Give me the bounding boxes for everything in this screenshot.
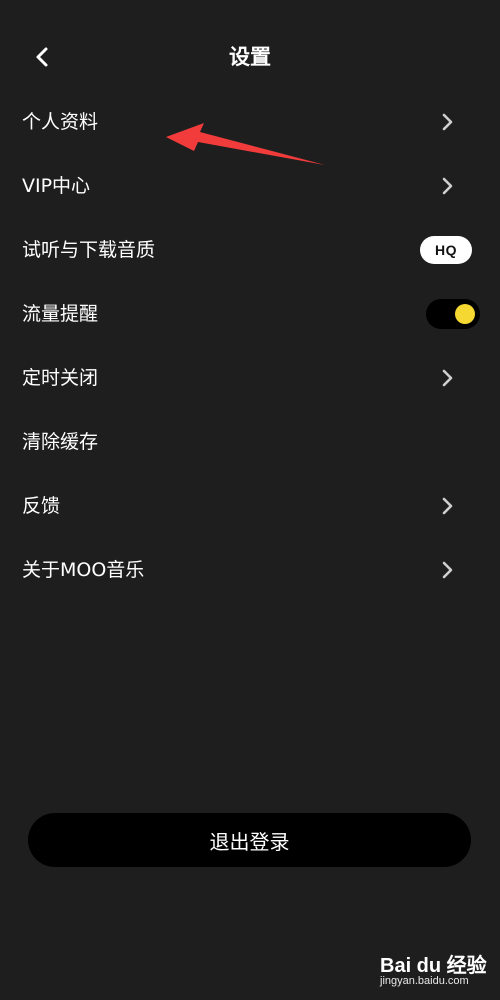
menu-item-label: 试听与下载音质 <box>22 239 156 261</box>
chevron-right-icon <box>436 175 458 197</box>
data-alert-toggle[interactable] <box>426 299 480 329</box>
menu-item-label: 流量提醒 <box>22 303 99 325</box>
menu-item-data-alert[interactable]: 流量提醒 <box>0 282 500 346</box>
annotation-arrow <box>166 123 325 165</box>
menu-item-clear-cache[interactable]: 清除缓存 <box>0 410 500 474</box>
menu-item-sleep-timer[interactable]: 定时关闭 <box>0 346 500 410</box>
chevron-right-icon <box>436 111 458 133</box>
menu-item-label: 定时关闭 <box>22 367 99 389</box>
quality-badge[interactable]: HQ <box>420 236 472 264</box>
chevron-right-icon <box>436 367 458 389</box>
logout-button[interactable]: 退出登录 <box>28 813 471 867</box>
settings-screen: 设置 个人资料 VIP中心 试听与下载音质 HQ 流量提醒 定时关闭 清除缓存 … <box>0 0 500 1000</box>
menu-item-label: 反馈 <box>22 495 61 517</box>
menu-item-label: VIP中心 <box>22 175 91 197</box>
watermark-url: jingyan.baidu.com <box>380 975 469 987</box>
toggle-knob <box>455 304 475 324</box>
baidu-jingyan-watermark: Bai du 经验 jingyan.baidu.com <box>380 945 492 991</box>
watermark-brand: Bai du 经验 <box>380 955 487 977</box>
menu-item-label: 关于MOO音乐 <box>22 559 145 581</box>
page-title: 设置 <box>229 45 271 69</box>
menu-item-about[interactable]: 关于MOO音乐 <box>0 538 500 602</box>
menu-item-label: 个人资料 <box>22 111 99 133</box>
menu-item-feedback[interactable]: 反馈 <box>0 474 500 538</box>
menu-item-audio-quality[interactable]: 试听与下载音质 HQ <box>0 218 500 282</box>
chevron-right-icon <box>436 559 458 581</box>
menu-item-label: 清除缓存 <box>22 431 99 453</box>
chevron-right-icon <box>436 495 458 517</box>
